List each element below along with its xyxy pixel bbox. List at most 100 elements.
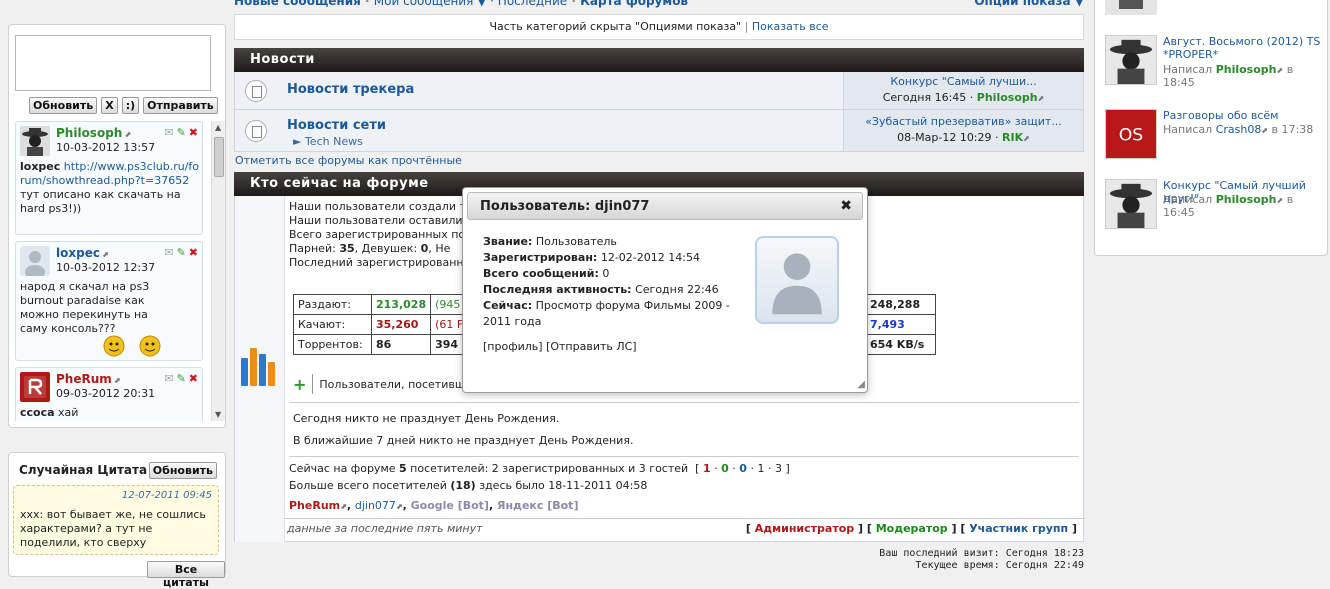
avatar[interactable] (20, 372, 50, 402)
subforum-link[interactable]: ► Tech News (293, 135, 363, 148)
edit-icon[interactable]: ✎ (177, 246, 186, 259)
external-link-icon: ⬈ (1276, 66, 1284, 75)
table-row: Торрентов: 86 394 (293, 334, 472, 355)
mail-icon[interactable]: ✉ (164, 372, 173, 385)
resize-grip-icon[interactable]: ◢ (857, 379, 865, 390)
stats-value: 7,493 (863, 314, 936, 335)
activity-label: Последняя активность: (483, 283, 632, 296)
all-quotes-button[interactable]: Все цитаты (147, 561, 225, 589)
shout-refresh-button[interactable]: Обновить (29, 97, 98, 114)
delete-icon[interactable]: ✖ (189, 372, 198, 385)
shout-username[interactable]: Philosoph ⬈ (56, 126, 131, 140)
online-bot[interactable]: Яндекс [Bot] (497, 499, 579, 512)
nav-new-posts[interactable]: Новые сообщения (234, 0, 361, 8)
expand-icon[interactable]: + (293, 375, 306, 394)
delete-icon[interactable]: ✖ (189, 126, 198, 139)
last-post-user[interactable]: RIK (1002, 131, 1023, 144)
shout-username[interactable]: loxpec ⬈ (56, 246, 109, 260)
delete-icon[interactable]: ✖ (189, 246, 198, 259)
forum-title[interactable]: Новости сети (287, 118, 386, 133)
latest-post-user[interactable]: Philosoph (1216, 63, 1277, 76)
avatar[interactable] (20, 126, 50, 156)
send-pm-link[interactable]: [Отправить ЛС] (546, 340, 637, 353)
posts-label: Всего сообщений: (483, 267, 599, 280)
stats-chart-icon (241, 346, 275, 386)
shout-scrollbar[interactable]: ▲ ▼ (211, 121, 225, 421)
legend-group[interactable]: Участник групп (969, 522, 1068, 535)
stats-label: Раздают: (293, 294, 372, 315)
show-all-link[interactable]: Показать все (752, 20, 829, 33)
legend-admin[interactable]: Администратор (755, 522, 854, 535)
avatar[interactable]: OS (1105, 109, 1157, 159)
quote-box: 12-07-2011 09:45 xxx: вот бывает же, не … (13, 485, 219, 555)
scroll-down-icon[interactable]: ▼ (215, 410, 221, 419)
hidden-categories-text: Часть категорий скрыта "Опциями показа" (489, 20, 742, 33)
latest-post-title[interactable]: Разговоры обо всём (1163, 109, 1325, 122)
online-user[interactable]: djin077 (355, 499, 396, 512)
external-link-icon: ⬈ (1023, 134, 1030, 143)
shout-toolbar: Обновить X :) Отправить (29, 97, 218, 114)
visit-info: Ваш последний визит: Сегодня 18:23 Текущ… (860, 548, 1084, 572)
external-link-icon: ⬈ (101, 250, 109, 259)
stats-label: Торрентов: (293, 334, 372, 355)
online-breakdown: [ 1 · 0 · 0 · 1 · 3 ] (691, 462, 790, 475)
avatar[interactable] (1105, 179, 1157, 229)
written-by: Написал (1163, 193, 1213, 206)
avatar[interactable] (1105, 0, 1157, 15)
last-post-title[interactable]: Конкурс "Самый лучши... (844, 74, 1083, 90)
online-users-list: PheRum⬈, djin077⬈, Google [Bot], Яндекс … (289, 499, 579, 512)
now-label: Сейчас: (483, 299, 533, 312)
shout-list: Philosoph ⬈ 10-03-2012 13:57 ✉ ✎ ✖ loxpec… (15, 121, 225, 421)
avatar[interactable] (1105, 35, 1157, 85)
forum-row: Новости сети ► Tech News «Зубастый презе… (234, 110, 1084, 152)
scroll-thumb[interactable] (214, 137, 224, 177)
quote-refresh-button[interactable]: Обновить (148, 462, 217, 479)
last-post-user[interactable]: Philosoph (977, 91, 1038, 104)
latest-post-user[interactable]: Crash08 (1216, 123, 1262, 136)
shout-date: 10-03-2012 12:37 (56, 261, 156, 274)
mark-forums-read-link[interactable]: Отметить все форумы как прочтённые (235, 154, 462, 167)
nav-forum-map[interactable]: Карта форумов (580, 0, 688, 8)
scroll-up-icon[interactable]: ▲ (215, 123, 221, 132)
shout-send-button[interactable]: Отправить (143, 97, 218, 114)
mail-icon[interactable]: ✉ (164, 246, 173, 259)
activity-value: Сегодня 22:46 (635, 283, 719, 296)
shout-input[interactable] (15, 35, 211, 91)
latest-post-meta: Написал Philosoph⬈ в 18:45 (1163, 63, 1325, 89)
shout-username[interactable]: PheRum ⬈ (56, 372, 120, 386)
stats-sidebar (235, 196, 285, 542)
last-post-title[interactable]: «Зубастый презерватив» защит... (844, 114, 1083, 130)
forum-title[interactable]: Новости трекера (287, 82, 414, 97)
table-row: 654 KB/s (863, 334, 936, 355)
nav-latest[interactable]: Мои сообщения ▼ · Последние (374, 0, 567, 8)
edit-icon[interactable]: ✎ (177, 126, 186, 139)
latest-post-title[interactable]: Август. Восьмого (2012) TS *PROPER* (1163, 35, 1325, 61)
smiley-icon (103, 335, 161, 357)
online-user[interactable]: PheRum (289, 499, 340, 512)
divider (285, 518, 1085, 519)
stats-line: Последний зарегистрированн (289, 256, 464, 269)
external-link-icon: ⬈ (113, 376, 121, 385)
girls-label: Девушек: (361, 242, 418, 255)
mail-icon[interactable]: ✉ (164, 126, 173, 139)
nav-display-options[interactable]: Опции показа ▼ (974, 0, 1084, 8)
shout-clear-button[interactable]: X (101, 97, 118, 114)
stats-value: 654 KB/s (863, 334, 936, 355)
online-bot[interactable]: Google [Bot] (411, 499, 489, 512)
close-icon[interactable]: ✖ (840, 198, 852, 214)
news-category-header[interactable]: Новости (234, 48, 1084, 72)
shout-smile-button[interactable]: :) (121, 97, 140, 114)
popup-title: Пользователь: djin077 (480, 199, 650, 214)
legend-mod[interactable]: Модератор (876, 522, 948, 535)
avatar[interactable] (20, 246, 50, 276)
users-visited-line: + Пользователи, посетивши (293, 374, 472, 394)
boys-label: Парней: (289, 242, 336, 255)
tracker-stats-table-right: 248,288 7,493 654 KB/s (863, 294, 936, 355)
popup-header[interactable]: Пользователь: djin077 ✖ (467, 192, 863, 220)
edit-icon[interactable]: ✎ (177, 372, 186, 385)
profile-link[interactable]: [профиль] (483, 340, 543, 353)
popup-body: Звание: Пользователь Зарегистрирован: 12… (483, 234, 743, 330)
popup-links: [профиль] [Отправить ЛС] (483, 340, 637, 353)
latest-post-user[interactable]: Philosoph (1216, 193, 1277, 206)
boys-count: 35 (339, 242, 355, 255)
